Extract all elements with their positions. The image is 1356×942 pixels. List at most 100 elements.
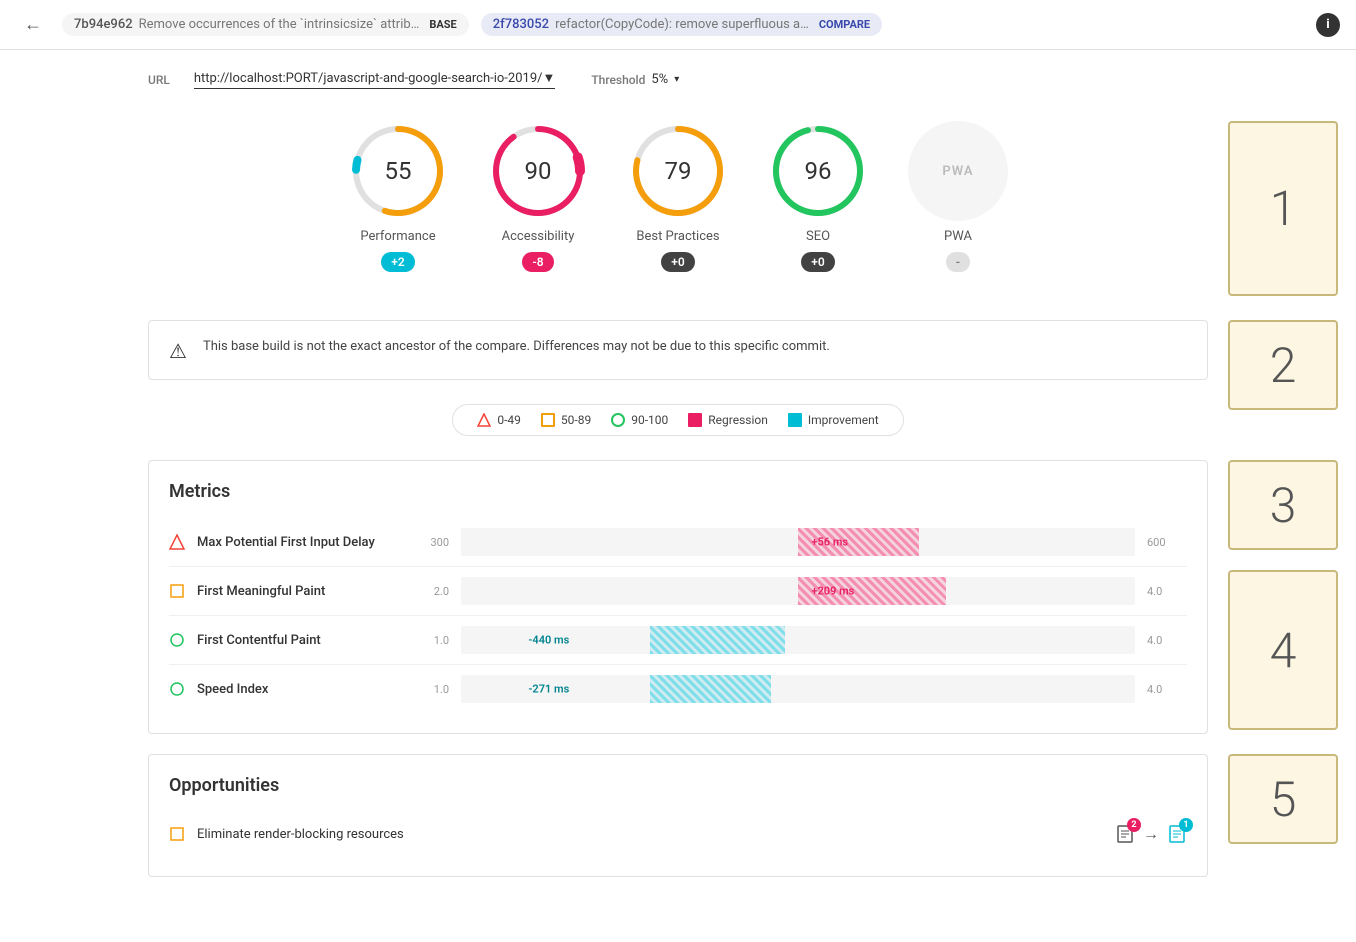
warning-banner: ⚠ This base build is not the exact ances… — [148, 320, 1208, 380]
base-report-button[interactable]: 2 — [1115, 824, 1135, 844]
legend-item-regression: Regression — [688, 413, 768, 427]
url-bar: URL http://localhost:PORT/javascript-and… — [148, 70, 1208, 97]
metric-min-si: 1.0 — [409, 683, 449, 696]
score-pwa-label: PWA — [944, 229, 972, 244]
metric-name-fcp: First Contentful Paint — [197, 633, 397, 648]
warning-text: This base build is not the exact ancesto… — [203, 337, 830, 357]
pwa-gauge-display: PWA — [908, 121, 1008, 221]
bar-label-fcp: -440 ms — [528, 634, 569, 647]
base-commit-chip[interactable]: 7b94e962 Remove occurrences of the `intr… — [62, 13, 469, 36]
gauge-seo: 96 — [768, 121, 868, 221]
legend-item-90-100: 90-100 — [611, 413, 668, 427]
url-value[interactable]: http://localhost:PORT/javascript-and-goo… — [194, 70, 555, 89]
gauge-pwa: PWA — [908, 121, 1008, 221]
score-seo: 96 SEO +0 — [768, 121, 868, 272]
annotation-4: 4 — [1228, 570, 1338, 730]
score-accessibility-label: Accessibility — [502, 229, 575, 244]
circle-green-icon-si — [169, 681, 185, 697]
annotation-3: 3 — [1228, 460, 1338, 550]
score-performance-label: Performance — [360, 229, 435, 244]
score-best-practices-value: 79 — [665, 157, 692, 185]
threshold-chevron-icon: ▾ — [674, 74, 679, 85]
threshold-selector[interactable]: 5% — [651, 72, 668, 87]
opportunity-row-render-blocking: Eliminate render-blocking resources 2 → — [169, 812, 1187, 856]
metric-min-max-fid: 300 — [409, 536, 449, 549]
base-hash: 7b94e962 — [74, 17, 133, 32]
legend-row: 0-49 50-89 90-100 Regression Improvement — [452, 404, 903, 436]
metric-row-si: Speed Index 1.0 -271 ms 4.0 — [169, 665, 1187, 713]
metric-bar-si: -271 ms — [461, 675, 1135, 703]
square-orange-icon-opp — [169, 826, 185, 842]
legend-label-regression: Regression — [708, 413, 768, 427]
gauge-best-practices: 79 — [628, 121, 728, 221]
score-best-practices-badge: +0 — [661, 252, 694, 272]
legend-item-50-89: 50-89 — [541, 413, 591, 427]
score-best-practices-label: Best Practices — [636, 229, 719, 244]
metrics-title: Metrics — [169, 481, 1187, 502]
score-performance: 55 Performance +2 — [348, 121, 448, 272]
metric-bar-max-fid: +56 ms — [461, 528, 1135, 556]
metric-row-max-fid: Max Potential First Input Delay 300 +56 … — [169, 518, 1187, 567]
bar-improvement-si — [650, 675, 771, 703]
square-orange-icon — [541, 413, 555, 427]
metric-bar-fmp: +209 ms — [461, 577, 1135, 605]
annotation-2: 2 — [1228, 320, 1338, 410]
warning-triangle-icon: ⚠ — [169, 339, 187, 363]
opportunities-section-wrapper: Opportunities Eliminate render-blocking … — [148, 754, 1208, 877]
score-pwa-badge: - — [946, 252, 970, 272]
opportunities-title: Opportunities — [169, 775, 1187, 796]
compare-report-button[interactable]: 1 — [1167, 824, 1187, 844]
gauge-accessibility: 90 — [488, 121, 588, 221]
metric-name-si: Speed Index — [197, 682, 397, 697]
score-best-practices: 79 Best Practices +0 — [628, 121, 728, 272]
url-label: URL — [148, 73, 170, 87]
annotation-5: 5 — [1228, 754, 1338, 844]
threshold-label: Threshold — [591, 73, 645, 87]
metrics-section: Metrics Max Potential First Input Delay … — [148, 460, 1208, 734]
score-performance-value: 55 — [385, 157, 412, 185]
opportunity-name-render-blocking: Eliminate render-blocking resources — [197, 827, 1103, 842]
legend-item-improvement: Improvement — [788, 413, 879, 427]
arrow-icon: → — [1143, 824, 1159, 844]
metric-min-fcp: 1.0 — [409, 634, 449, 647]
back-button[interactable]: ← — [16, 10, 50, 39]
square-orange-icon — [169, 583, 185, 599]
opportunities-section: Opportunities Eliminate render-blocking … — [148, 754, 1208, 877]
opportunity-actions: 2 → 1 — [1115, 824, 1187, 844]
metric-bar-fcp: -440 ms — [461, 626, 1135, 654]
regression-icon — [688, 413, 702, 427]
score-seo-badge: +0 — [801, 252, 834, 272]
legend-label-improvement: Improvement — [808, 413, 879, 427]
metric-min-fmp: 2.0 — [409, 585, 449, 598]
bar-label-max-fid: +56 ms — [811, 536, 848, 549]
circle-green-icon-fcp — [169, 632, 185, 648]
base-tag: BASE — [429, 18, 456, 31]
metric-max-max-fid: 600 — [1147, 536, 1187, 549]
score-seo-value: 96 — [805, 157, 832, 185]
triangle-icon — [477, 413, 491, 427]
score-accessibility-badge: -8 — [522, 252, 553, 272]
score-pwa: PWA PWA - — [908, 121, 1008, 272]
metrics-section-wrapper: Metrics Max Potential First Input Delay … — [148, 460, 1208, 734]
base-count-badge: 2 — [1127, 818, 1141, 832]
compare-tag: COMPARE — [819, 18, 870, 31]
scores-row: 55 Performance +2 90 Accessibility — [348, 121, 1008, 272]
metric-name-max-fid: Max Potential First Input Delay — [197, 535, 397, 550]
legend-label-0-49: 0-49 — [497, 413, 521, 427]
bar-label-si: -271 ms — [528, 683, 569, 696]
base-message: Remove occurrences of the `intrinsicsize… — [139, 17, 420, 32]
gauge-performance: 55 — [348, 121, 448, 221]
scores-wrapper: 55 Performance +2 90 Accessibility — [148, 121, 1208, 304]
compare-commit-chip[interactable]: 2f783052 refactor(CopyCode): remove supe… — [481, 13, 882, 36]
legend-label-50-89: 50-89 — [561, 413, 591, 427]
metric-name-fmp: First Meaningful Paint — [197, 584, 397, 599]
info-button[interactable]: i — [1316, 13, 1340, 37]
improvement-icon — [788, 413, 802, 427]
legend-item-0-49: 0-49 — [477, 413, 521, 427]
threshold-group: Threshold 5% ▾ — [591, 72, 679, 87]
legend-label-90-100: 90-100 — [631, 413, 668, 427]
compare-count-badge: 1 — [1179, 818, 1193, 832]
metric-row-fmp: First Meaningful Paint 2.0 +209 ms 4.0 — [169, 567, 1187, 616]
warning-section: ⚠ This base build is not the exact ances… — [148, 320, 1208, 380]
score-seo-label: SEO — [806, 229, 830, 244]
